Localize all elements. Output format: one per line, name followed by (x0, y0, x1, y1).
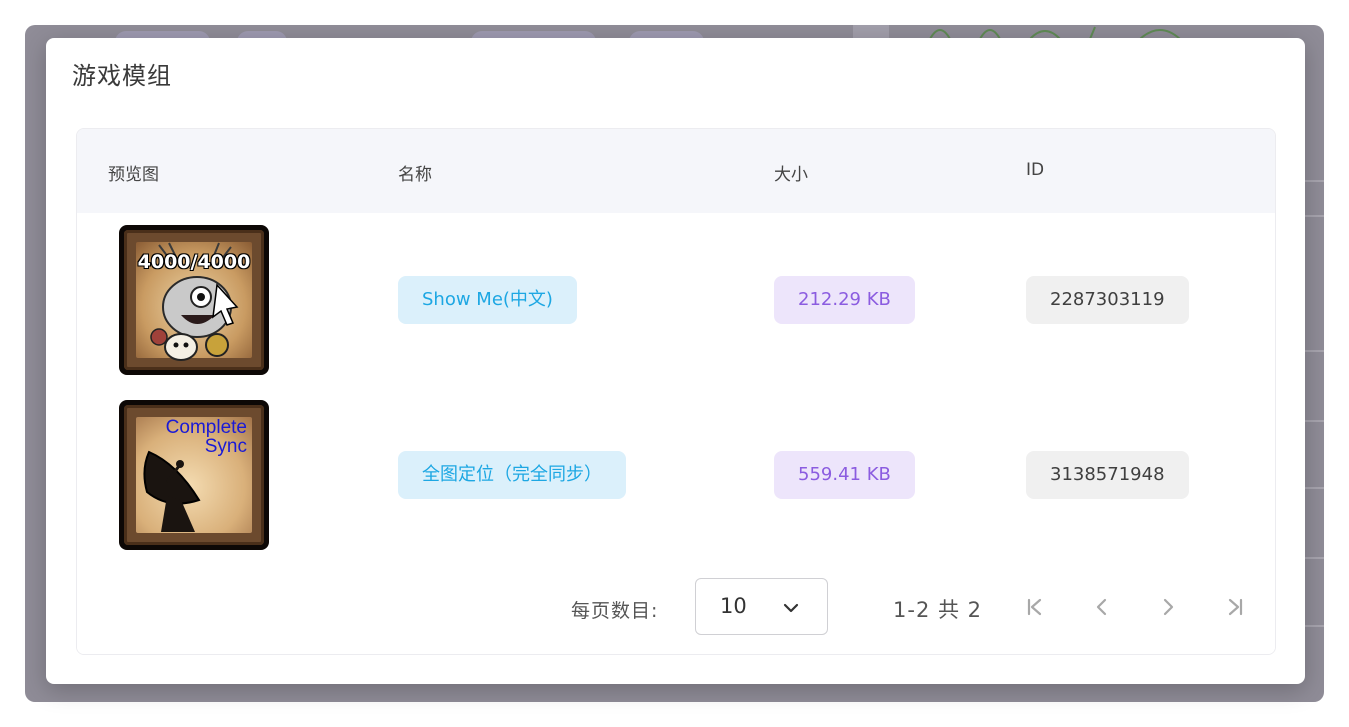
mods-table: 预览图 名称 大小 ID 4000/4000 Show Me(中文) 212.2… (76, 128, 1276, 655)
table-row: 4000/4000 Show Me(中文) 212.29 KB 22873031… (77, 213, 1275, 389)
items-per-page-value: 10 (720, 594, 747, 618)
column-header-preview: 预览图 (108, 165, 159, 185)
chevron-right-icon[interactable] (1156, 595, 1180, 619)
pagination-bar: 每页数目: 10 1-2 共 2 (77, 563, 1275, 654)
background-scribble (929, 26, 1181, 39)
table-header: 预览图 名称 大小 ID (77, 129, 1275, 213)
mod-preview-image: Complete Sync (119, 400, 269, 550)
pagination-range: 1-2 共 2 (893, 598, 983, 622)
table-row: Complete Sync 全图定位（完全同步） 559.41 KB 31385… (77, 388, 1275, 564)
chevron-left-icon[interactable] (1090, 595, 1114, 619)
column-header-id: ID (1026, 160, 1045, 180)
items-per-page-select[interactable]: 10 (695, 578, 828, 635)
mod-id-tag[interactable]: 2287303119 (1026, 276, 1189, 324)
mod-preview-image: 4000/4000 (119, 225, 269, 375)
last-page-icon[interactable] (1223, 595, 1247, 619)
mod-size-tag: 212.29 KB (774, 276, 915, 324)
mod-id-tag[interactable]: 3138571948 (1026, 451, 1189, 499)
column-header-size: 大小 (774, 165, 808, 185)
items-per-page-label: 每页数目: (571, 600, 659, 622)
mod-preview-caption: Complete Sync (165, 417, 247, 457)
first-page-icon[interactable] (1023, 595, 1047, 619)
mod-name-tag[interactable]: 全图定位（完全同步） (398, 451, 626, 499)
column-header-name: 名称 (398, 165, 432, 185)
chevron-down-icon (783, 603, 799, 613)
background-element (853, 25, 889, 39)
mod-name-tag[interactable]: Show Me(中文) (398, 276, 577, 324)
mods-dialog: 游戏模组 预览图 名称 大小 ID 4000/4000 Show Me(中文) … (46, 38, 1305, 684)
mod-illustration (150, 242, 239, 361)
mod-size-tag: 559.41 KB (774, 451, 915, 499)
mod-preview-caption: 4000/4000 (137, 251, 251, 273)
dialog-title: 游戏模组 (72, 62, 172, 90)
